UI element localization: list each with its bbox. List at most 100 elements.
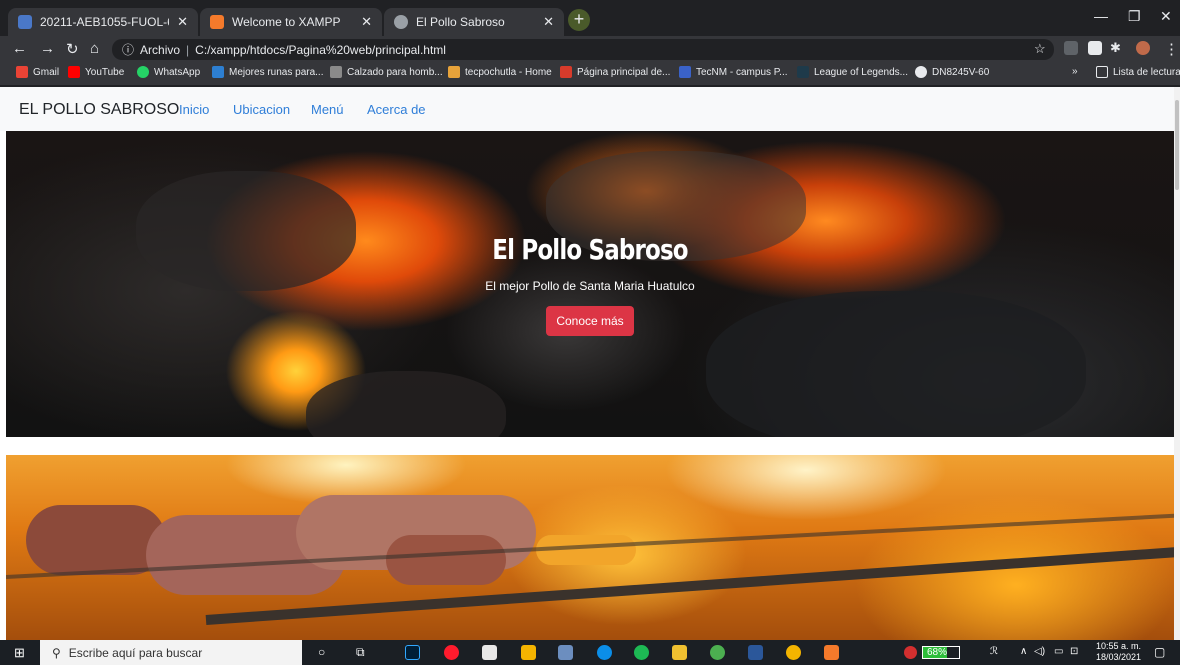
- browser-tab[interactable]: Welcome to XAMPP ✕: [200, 8, 382, 36]
- conoce-mas-button[interactable]: Conoce más: [546, 306, 634, 336]
- scrollbar-thumb[interactable]: [1175, 100, 1179, 190]
- close-tab-icon[interactable]: ✕: [543, 14, 554, 30]
- overflow-label: »: [1072, 66, 1078, 77]
- meat-shape: [386, 535, 506, 585]
- tecpochutla-icon: [448, 66, 460, 78]
- bookmark-label: Calzado para homb...: [347, 66, 443, 78]
- whatsapp-icon: [137, 66, 149, 78]
- meat-shape: [26, 505, 166, 575]
- separator: |: [186, 42, 190, 57]
- tray-app-icon[interactable]: [904, 646, 917, 659]
- bookmark-label: Página principal de...: [577, 66, 671, 78]
- bookmark-league[interactable]: League of Legends...: [797, 66, 908, 78]
- security-label: Archivo: [140, 42, 181, 57]
- coal-shape: [306, 371, 506, 437]
- bookmark-gmail[interactable]: Gmail: [16, 66, 59, 78]
- opera-icon[interactable]: [444, 645, 459, 660]
- nav-link-ubicacion[interactable]: Ubicacion: [233, 102, 290, 117]
- network-icon[interactable]: ⊡: [1070, 646, 1078, 657]
- photoshop-icon[interactable]: [405, 645, 420, 660]
- bookmark-label: tecpochutla - Home: [465, 66, 552, 78]
- hero-banner-coals-image: El Pollo Sabroso El mejor Pollo de Santa…: [6, 131, 1174, 437]
- bookmark-whatsapp[interactable]: WhatsApp: [137, 66, 200, 78]
- reading-list-icon: [1096, 66, 1108, 78]
- file-explorer-icon[interactable]: [672, 645, 687, 660]
- cortana-icon[interactable]: ○: [318, 645, 325, 659]
- clock-time: 10:55 a. m.: [1096, 641, 1142, 651]
- bookmark-label: Gmail: [33, 66, 60, 78]
- calzado-icon: [330, 66, 342, 78]
- extensions-puzzle-icon[interactable]: ✱: [1110, 40, 1121, 56]
- close-window-icon[interactable]: ✕: [1160, 8, 1172, 25]
- reading-list-button[interactable]: Lista de lectura: [1096, 66, 1180, 78]
- bookmark-dn8245[interactable]: DN8245V-60: [915, 66, 989, 78]
- bookmark-runas[interactable]: Mejores runas para...: [212, 66, 324, 78]
- new-tab-button[interactable]: +: [568, 9, 590, 31]
- browser-tab-active[interactable]: El Pollo Sabroso ✕: [384, 8, 564, 36]
- word-icon[interactable]: [748, 645, 763, 660]
- app-icon[interactable]: [710, 645, 725, 660]
- edge-icon[interactable]: [597, 645, 612, 660]
- address-bar-row: ← → ↻ ⌂ ⓘ Archivo | C:/xampp/htdocs/Pagi…: [0, 36, 1180, 62]
- chrome-icon[interactable]: [786, 645, 801, 660]
- home-icon[interactable]: ⌂: [90, 40, 99, 57]
- info-icon[interactable]: ⓘ: [122, 41, 134, 58]
- grill-meat-image: [6, 455, 1174, 640]
- bookmark-label: Mejores runas para...: [229, 66, 324, 78]
- forward-icon[interactable]: →: [40, 40, 55, 57]
- site-brand[interactable]: EL POLLO SABROSO: [19, 101, 179, 119]
- runas-icon: [212, 66, 224, 78]
- menu-kebab-icon[interactable]: ⋮: [1164, 40, 1179, 58]
- nav-link-inicio[interactable]: Inicio: [179, 102, 209, 117]
- bookmark-calzado[interactable]: Calzado para homb...: [330, 66, 443, 78]
- battery-indicator[interactable]: 68%: [922, 646, 960, 659]
- gmail-icon: [16, 66, 28, 78]
- extension-icon[interactable]: [1064, 41, 1078, 55]
- volume-icon[interactable]: ◁): [1034, 646, 1045, 657]
- bookmark-star-icon[interactable]: ☆: [1034, 41, 1046, 57]
- profile-avatar-icon[interactable]: [1136, 41, 1150, 55]
- extension-icon[interactable]: [1088, 41, 1102, 55]
- nav-link-menu[interactable]: Menú: [311, 102, 344, 117]
- reading-list-label: Lista de lectura: [1113, 66, 1180, 78]
- tray-chevron-icon[interactable]: ∧: [1020, 646, 1027, 657]
- xampp-icon[interactable]: [824, 645, 839, 660]
- store-icon[interactable]: [482, 645, 497, 660]
- minimize-icon[interactable]: —: [1094, 8, 1108, 24]
- nav-link-acerca-de[interactable]: Acerca de: [367, 102, 426, 117]
- hero-title: El Pollo Sabroso: [492, 233, 688, 266]
- search-placeholder: Escribe aquí para buscar: [68, 645, 203, 660]
- search-icon: ⚲: [52, 645, 61, 660]
- league-icon: [797, 66, 809, 78]
- notifications-icon[interactable]: ▢: [1154, 645, 1165, 659]
- tab-strip: 20211-AEB1055-FUOL-6SCA: Act ✕ Welcome t…: [0, 0, 1180, 36]
- bookmarks-bar: Gmail YouTube WhatsApp Mejores runas par…: [0, 62, 1180, 86]
- back-icon[interactable]: ←: [12, 40, 27, 57]
- close-tab-icon[interactable]: ✕: [177, 14, 188, 30]
- bookmark-label: DN8245V-60: [932, 66, 990, 78]
- bookmark-youtube[interactable]: YouTube: [68, 66, 124, 78]
- tab-title: 20211-AEB1055-FUOL-6SCA: Act: [40, 15, 169, 29]
- bookmark-tecnm[interactable]: TecNM - campus P...: [679, 66, 788, 78]
- clock[interactable]: 10:55 a. m. 18/03/2021: [1096, 641, 1141, 663]
- url-input[interactable]: ⓘ Archivo | C:/xampp/htdocs/Pagina%20web…: [112, 39, 1054, 60]
- restore-icon[interactable]: ❐: [1128, 8, 1141, 25]
- hero-subtitle: El mejor Pollo de Santa Maria Huatulco: [485, 279, 695, 293]
- people-icon[interactable]: ℛ: [990, 646, 998, 657]
- bookmark-pagina-principal[interactable]: Página principal de...: [560, 66, 670, 78]
- close-tab-icon[interactable]: ✕: [361, 14, 372, 30]
- task-view-icon[interactable]: ⧉: [356, 645, 365, 660]
- windows-start-icon[interactable]: ⊞: [14, 645, 25, 661]
- spotify-icon[interactable]: [634, 645, 649, 660]
- bookmarks-overflow-button[interactable]: »: [1072, 66, 1078, 77]
- browser-tab[interactable]: 20211-AEB1055-FUOL-6SCA: Act ✕: [8, 8, 198, 36]
- clock-date: 18/03/2021: [1096, 652, 1142, 662]
- bookmark-tecpochutla[interactable]: tecpochutla - Home: [448, 66, 552, 78]
- office-icon: [560, 66, 572, 78]
- battery-tray-icon[interactable]: ▭: [1054, 646, 1063, 657]
- taskbar-search-input[interactable]: ⚲ Escribe aquí para buscar: [40, 640, 302, 665]
- site-navbar: EL POLLO SABROSO Inicio Ubicacion Menú A…: [0, 87, 1174, 131]
- reload-icon[interactable]: ↻: [66, 40, 79, 58]
- app-icon[interactable]: [558, 645, 573, 660]
- app-icon[interactable]: [521, 645, 536, 660]
